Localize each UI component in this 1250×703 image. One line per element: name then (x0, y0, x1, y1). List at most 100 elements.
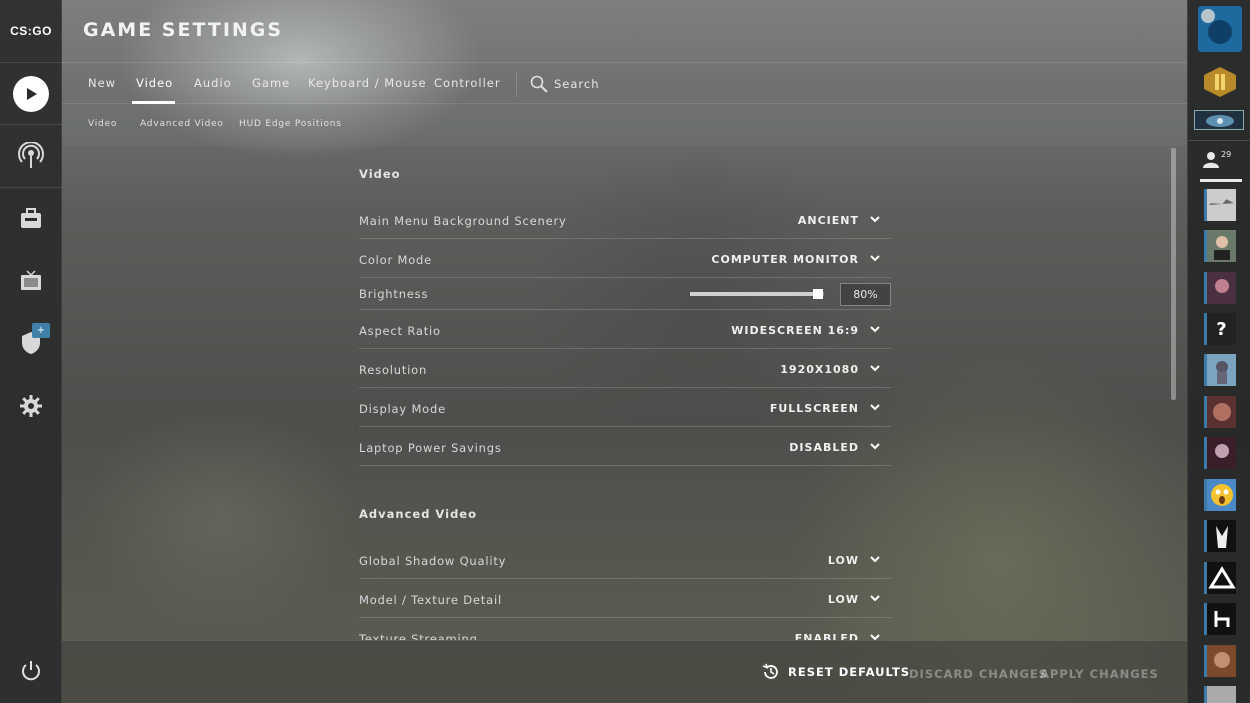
apply-changes-button[interactable]: APPLY CHANGES (1040, 667, 1159, 681)
subtab-video[interactable]: Video (88, 119, 117, 129)
chevron-down-icon (870, 404, 880, 411)
section-title-advanced-video: Advanced Video (359, 507, 477, 521)
setting-label: Resolution (359, 363, 428, 377)
setting-row-model-texture-detail[interactable]: Model / Texture Detail LOW (359, 579, 891, 618)
chevron-down-icon (870, 216, 880, 223)
broadcast-icon (18, 142, 44, 168)
setting-row-global-shadow-quality[interactable]: Global Shadow Quality LOW (359, 540, 891, 579)
airplane-icon (1208, 199, 1235, 205)
rank-badge[interactable] (1202, 66, 1238, 98)
settings-panel: Video Main Menu Background Scenery ANCIE… (62, 146, 1187, 640)
search-icon (530, 75, 548, 93)
friend-avatar[interactable] (1204, 396, 1236, 428)
main-tabs: New Video Audio Game Keyboard / Mouse Co… (62, 62, 1187, 104)
user-icon (1203, 152, 1219, 168)
tab-video[interactable]: Video (131, 63, 176, 104)
setting-value: ENABLED (794, 632, 859, 640)
brightness-value-input[interactable]: 80% (840, 283, 891, 306)
play-button[interactable] (0, 76, 62, 112)
friend-avatar[interactable] (1204, 562, 1236, 594)
setting-row-resolution[interactable]: Resolution 1920X1080 (359, 349, 891, 388)
profile-avatar[interactable] (1198, 6, 1242, 52)
friend-avatar[interactable] (1204, 479, 1236, 511)
gear-icon (20, 395, 42, 417)
briefcase-icon (21, 208, 41, 228)
friend-avatar[interactable] (1204, 272, 1236, 304)
sidebar-divider (0, 187, 62, 188)
tab-audio[interactable]: Audio (194, 63, 232, 104)
subtab-advanced-video[interactable]: Advanced Video (140, 119, 224, 129)
setting-row-aspect-ratio[interactable]: Aspect Ratio WIDESCREEN 16:9 (359, 310, 891, 349)
tabs-separator (516, 71, 517, 97)
setting-row-display-mode[interactable]: Display Mode FULLSCREEN (359, 388, 891, 427)
chevron-down-icon (870, 326, 880, 333)
setting-value: ANCIENT (797, 214, 859, 227)
friend-avatar[interactable] (1204, 437, 1236, 469)
slider-handle[interactable] (813, 289, 824, 299)
tab-controller[interactable]: Controller (434, 63, 501, 104)
friends-tab-indicator (1200, 179, 1242, 182)
watch-broadcast-button[interactable] (0, 140, 62, 172)
sidebar-divider (0, 124, 62, 125)
friend-avatar[interactable] (1204, 645, 1236, 677)
triangle-logo-icon (1207, 566, 1236, 589)
reset-defaults-button[interactable]: RESET DEFAULTS (762, 663, 910, 681)
setting-value: LOW (827, 593, 859, 606)
chevron-down-icon (870, 595, 880, 602)
settings-button[interactable] (0, 392, 62, 420)
friend-avatar[interactable] (1204, 354, 1236, 386)
person-portrait-icon (1213, 236, 1230, 260)
setting-label: Aspect Ratio (359, 324, 441, 338)
chevron-down-icon (870, 255, 880, 262)
tab-keyboard-mouse[interactable]: Keyboard / Mouse (308, 63, 427, 104)
friend-avatar[interactable] (1204, 189, 1236, 221)
history-icon (762, 663, 778, 679)
person-portrait-icon (1213, 652, 1230, 668)
friend-avatar[interactable] (1204, 230, 1236, 262)
page-title: GAME SETTINGS (83, 19, 284, 41)
service-medal[interactable] (1194, 110, 1244, 130)
setting-row-color-mode[interactable]: Color Mode COMPUTER MONITOR (359, 239, 891, 278)
setting-label: Color Mode (359, 253, 433, 267)
tab-game[interactable]: Game (252, 63, 290, 104)
setting-value: FULLSCREEN (769, 402, 859, 415)
setting-value: 1920X1080 (780, 363, 859, 376)
medal-icon (1206, 115, 1234, 127)
slider-fill (690, 292, 822, 296)
setting-label: Laptop Power Savings (359, 441, 502, 455)
rank-icon (1204, 67, 1236, 97)
reset-defaults-label: RESET DEFAULTS (788, 665, 911, 679)
footer-actions: RESET DEFAULTS DISCARD CHANGES APPLY CHA… (62, 640, 1187, 703)
section-title-video: Video (359, 167, 401, 181)
setting-value: COMPUTER MONITOR (711, 253, 859, 266)
settings-scrollbar[interactable] (1171, 148, 1176, 400)
setting-row-background-scenery[interactable]: Main Menu Background Scenery ANCIENT (359, 200, 891, 239)
setting-label: Display Mode (359, 402, 446, 416)
search-button[interactable]: Search (530, 73, 600, 95)
bird-icon (1215, 361, 1228, 384)
friends-divider (1188, 140, 1250, 141)
friend-avatar[interactable] (1204, 686, 1236, 703)
h-logo-icon (1214, 611, 1229, 627)
chevron-down-icon (870, 365, 880, 372)
brightness-slider[interactable] (690, 289, 824, 299)
friends-count-button[interactable]: 29 (1202, 150, 1231, 168)
friend-avatar[interactable] (1204, 520, 1236, 552)
setting-row-texture-streaming[interactable]: Texture Streaming ENABLED (359, 618, 891, 640)
friend-avatar[interactable] (1204, 603, 1236, 635)
emoji-face-icon (1210, 484, 1233, 506)
profile-emblem-icon (1201, 9, 1232, 44)
play-icon (13, 76, 49, 112)
power-button[interactable] (0, 658, 62, 684)
watch-button[interactable] (0, 266, 62, 296)
setting-row-brightness: Brightness 80% (359, 278, 891, 310)
subtab-hud-edge-positions[interactable]: HUD Edge Positions (239, 119, 342, 129)
setting-row-laptop-power-savings[interactable]: Laptop Power Savings DISABLED (359, 427, 891, 466)
friend-avatar[interactable]: ? (1204, 313, 1236, 345)
sub-tabs: Video Advanced Video HUD Edge Positions (62, 104, 1187, 146)
chevron-down-icon (870, 556, 880, 563)
tab-new[interactable]: New (88, 63, 116, 104)
operation-button[interactable] (0, 328, 62, 358)
inventory-button[interactable] (0, 203, 62, 235)
discard-changes-button[interactable]: DISCARD CHANGES (909, 667, 1048, 681)
